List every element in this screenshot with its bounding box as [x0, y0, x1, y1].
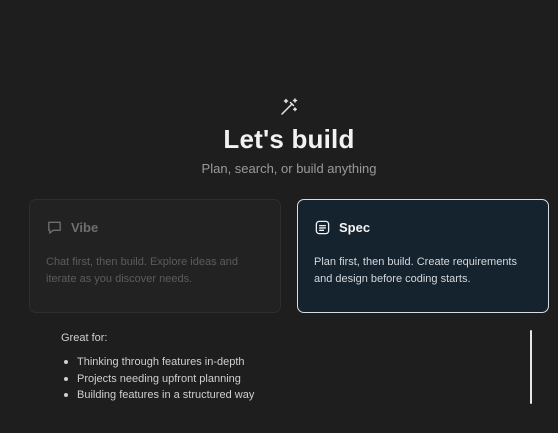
bullet-icon: [64, 376, 68, 381]
scrollbar-thumb[interactable]: [530, 330, 532, 404]
lets-build-panel: Let's build Plan, search, or build anyth…: [0, 0, 558, 433]
benefits-list: Thinking through features in-depth Proje…: [61, 354, 254, 404]
list-item-text: Projects needing upfront planning: [77, 372, 241, 385]
spec-mode-card[interactable]: Spec Plan first, then build. Create requ…: [297, 199, 549, 313]
vibe-mode-card[interactable]: Vibe Chat first, then build. Explore ide…: [29, 199, 281, 313]
list-item: Thinking through features in-depth: [61, 354, 254, 371]
list-item: Building features in a structured way: [61, 387, 254, 404]
chat-bubble-icon: [48, 221, 61, 234]
list-item: Projects needing upfront planning: [61, 371, 254, 388]
spec-card-description: Plan first, then build. Create requireme…: [314, 256, 517, 285]
document-lines-icon: [315, 220, 330, 235]
list-item-text: Building features in a structured way: [77, 389, 255, 401]
bullet-icon: [64, 360, 68, 364]
magic-wand-sparkles-icon: [281, 98, 298, 115]
great-for-heading: Great for:: [61, 332, 108, 344]
page-subtitle: Plan, search, or build anything: [201, 161, 377, 176]
vibe-card-description: Chat first, then build. Explore ideas an…: [46, 256, 239, 285]
vibe-card-title: Vibe: [71, 220, 99, 235]
spec-card-header: Spec: [314, 219, 370, 236]
bullet-icon: [64, 393, 68, 397]
spec-card-title: Spec: [339, 220, 371, 235]
page-title: Let's build: [223, 124, 355, 154]
vibe-card-header: Vibe: [46, 219, 98, 236]
list-item-text: Thinking through features in-depth: [77, 356, 245, 368]
